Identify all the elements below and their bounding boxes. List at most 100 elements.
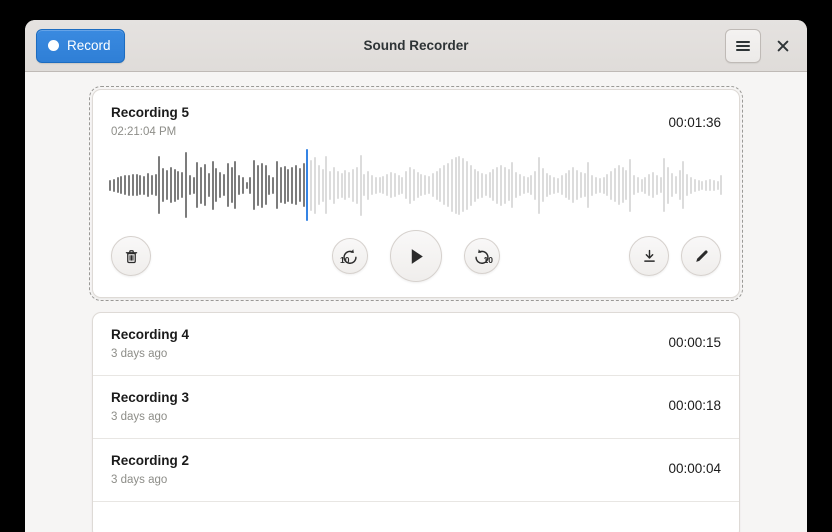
waveform-bar bbox=[541, 168, 544, 202]
waveform-bar bbox=[450, 158, 453, 212]
waveform-bar bbox=[682, 161, 685, 209]
waveform-bar bbox=[370, 175, 373, 195]
recording-duration: 00:00:15 bbox=[668, 335, 721, 350]
waveform-bar bbox=[629, 158, 632, 212]
waveform-bar bbox=[587, 162, 590, 208]
waveform-bar bbox=[591, 174, 594, 196]
waveform-bar bbox=[598, 177, 601, 193]
recording-list-item[interactable]: Recording 3 3 days ago 00:00:18 bbox=[93, 376, 739, 439]
waveform-bar bbox=[260, 162, 263, 208]
waveform-bar bbox=[367, 170, 370, 200]
window-headerbar: Record Sound Recorder bbox=[25, 20, 807, 72]
delete-recording-button[interactable] bbox=[111, 236, 151, 276]
waveform-bar bbox=[712, 179, 715, 191]
waveform-bar bbox=[557, 177, 560, 193]
waveform-bar bbox=[378, 177, 381, 193]
recording-list-item[interactable]: Recording 2 3 days ago 00:00:04 bbox=[93, 439, 739, 502]
waveform-bar bbox=[651, 172, 654, 198]
waveform-bar bbox=[321, 168, 324, 202]
waveform-bar bbox=[659, 177, 662, 193]
waveform-bar bbox=[701, 180, 704, 190]
page-title: Sound Recorder bbox=[363, 38, 469, 53]
waveform-bar bbox=[477, 171, 480, 199]
waveform-bar bbox=[469, 164, 472, 206]
waveform-bar bbox=[325, 156, 328, 214]
waveform-bar bbox=[192, 176, 195, 194]
waveform-bar bbox=[124, 175, 127, 195]
waveform-bar bbox=[333, 166, 336, 204]
seek-forward-button[interactable]: 10 bbox=[464, 238, 500, 274]
waveform-bar bbox=[496, 166, 499, 204]
waveform-bar bbox=[264, 165, 267, 205]
active-recording-name: Recording 5 bbox=[111, 105, 190, 120]
waveform-bar bbox=[181, 172, 184, 198]
waveform-bar bbox=[226, 163, 229, 207]
waveform-bar bbox=[538, 156, 541, 214]
waveform-bar bbox=[427, 176, 430, 194]
waveform-bar bbox=[465, 160, 468, 210]
waveform-bar bbox=[184, 152, 187, 218]
waveform-bar bbox=[238, 175, 241, 195]
waveform-bar bbox=[363, 174, 366, 196]
waveform-bar bbox=[272, 176, 275, 194]
recording-name: Recording 4 bbox=[111, 327, 190, 342]
waveform-bar bbox=[560, 175, 563, 195]
waveform-bar bbox=[405, 171, 408, 199]
play-button[interactable] bbox=[390, 230, 442, 282]
waveform-bar bbox=[507, 169, 510, 201]
waveform-bar bbox=[276, 161, 279, 209]
waveform-bar bbox=[420, 174, 423, 196]
waveform-bar bbox=[526, 177, 529, 193]
waveform-bar bbox=[602, 176, 605, 194]
waveform-bar bbox=[127, 174, 130, 196]
waveform-bar bbox=[610, 170, 613, 200]
waveform-bar bbox=[583, 173, 586, 197]
recording-list-item[interactable] bbox=[93, 502, 739, 532]
waveform-bar bbox=[298, 168, 301, 202]
waveform-bar bbox=[632, 175, 635, 195]
waveform-bar bbox=[481, 172, 484, 198]
record-button[interactable]: Record bbox=[36, 28, 125, 63]
recording-list-item[interactable]: Recording 4 3 days ago 00:00:15 bbox=[93, 313, 739, 376]
seek-backward-button[interactable]: 10 bbox=[332, 238, 368, 274]
waveform-bar bbox=[344, 170, 347, 200]
recordings-scroll-area[interactable]: Recording 5 02:21:04 PM 00:01:36 10 10 R… bbox=[25, 72, 807, 532]
waveform-bar bbox=[222, 174, 225, 196]
waveform-bar bbox=[446, 163, 449, 207]
waveform-bar bbox=[621, 167, 624, 203]
waveform-bar bbox=[177, 170, 180, 200]
waveform-bar bbox=[462, 158, 465, 212]
waveform-bar bbox=[625, 170, 628, 200]
record-button-label: Record bbox=[67, 38, 111, 53]
waveform-bar bbox=[386, 174, 389, 196]
waveform-bar bbox=[716, 180, 719, 190]
waveform-bar bbox=[674, 176, 677, 194]
main-menu-button[interactable] bbox=[725, 28, 761, 63]
waveform-bar bbox=[393, 173, 396, 197]
close-window-button[interactable] bbox=[770, 33, 796, 59]
active-recording-card[interactable]: Recording 5 02:21:04 PM 00:01:36 10 10 bbox=[89, 86, 743, 301]
rename-recording-button[interactable] bbox=[681, 236, 721, 276]
waveform-bar bbox=[230, 167, 233, 203]
recording-actions bbox=[629, 236, 721, 276]
recording-name: Recording 3 bbox=[111, 390, 190, 405]
waveform-bar bbox=[640, 178, 643, 192]
waveform-bar bbox=[595, 176, 597, 194]
active-recording-header: Recording 5 02:21:04 PM 00:01:36 bbox=[93, 90, 739, 139]
waveform-seekbar[interactable] bbox=[109, 149, 723, 221]
export-recording-button[interactable] bbox=[629, 236, 669, 276]
waveform-bar bbox=[291, 166, 294, 204]
waveform-bar bbox=[522, 176, 525, 194]
waveform-bar bbox=[545, 173, 548, 197]
waveform-bar bbox=[295, 165, 298, 205]
waveform-bar bbox=[636, 177, 639, 193]
waveform-bar bbox=[287, 168, 290, 202]
waveform-bar bbox=[492, 169, 495, 201]
waveform-bar bbox=[257, 164, 260, 206]
waveform-bar bbox=[655, 175, 658, 195]
recording-name: Recording 2 bbox=[111, 453, 190, 468]
waveform-bar bbox=[617, 165, 620, 205]
waveform-bar bbox=[268, 175, 271, 195]
waveform-bar bbox=[283, 166, 286, 204]
waveform-bar bbox=[549, 175, 552, 195]
